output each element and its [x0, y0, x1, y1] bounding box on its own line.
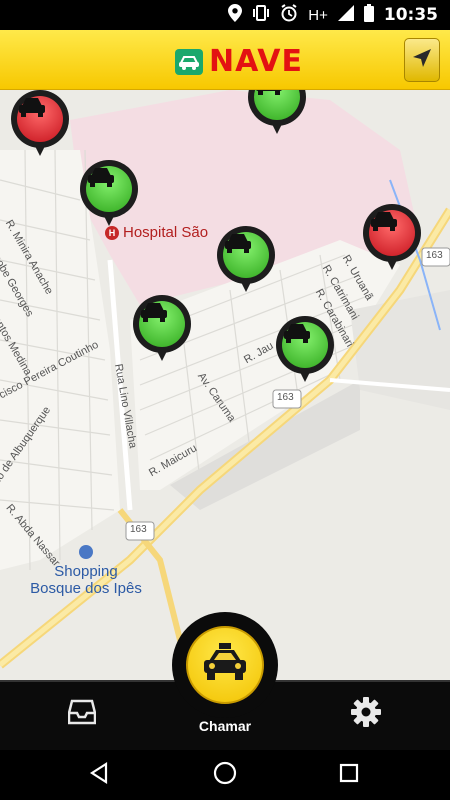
taxi-pin-available[interactable]: [217, 226, 275, 294]
call-button-frame: [172, 612, 278, 718]
home-button[interactable]: [208, 758, 242, 792]
back-button[interactable]: [82, 758, 116, 792]
shopping-icon: [79, 545, 93, 559]
taxi-pin-busy[interactable]: [11, 90, 69, 158]
route-shield-label: 163: [130, 524, 147, 535]
taxi-logo-icon: [175, 48, 203, 75]
shopping-poi[interactable]: Shopping Bosque dos Ipês: [16, 545, 156, 597]
vibrate-icon: [252, 4, 270, 26]
taxi-pin-available[interactable]: [248, 90, 306, 136]
inbox-icon: [67, 699, 97, 730]
alarm-icon: [280, 4, 298, 26]
taxi-icon: [201, 642, 249, 688]
system-navigation-bar: [0, 750, 450, 800]
call-label: Chamar: [198, 718, 252, 734]
location-icon: [228, 4, 243, 26]
route-shield-label: 163: [277, 392, 294, 403]
status-bar: H+ 10:35: [0, 0, 450, 30]
app-title: NAVE: [209, 44, 303, 79]
route-shield-label: 163: [426, 250, 443, 261]
taxi-pin-available[interactable]: [133, 295, 191, 363]
call-taxi-button[interactable]: [186, 626, 264, 704]
recents-button[interactable]: [332, 758, 366, 792]
network-type: H+: [308, 6, 328, 24]
gear-icon: [351, 696, 381, 732]
locate-button[interactable]: [404, 38, 440, 82]
inbox-button[interactable]: [64, 696, 100, 732]
app-header: NAVE: [0, 30, 450, 90]
taxi-pin-available[interactable]: [276, 316, 334, 384]
battery-icon: [363, 4, 374, 26]
back-triangle-icon: [88, 761, 110, 789]
shopping-name-line2: Bosque dos Ipês: [30, 580, 142, 597]
brand: NAVE: [175, 44, 303, 79]
map-view[interactable]: 163 163 163 R. Minira Anache Jacobe Geor…: [0, 90, 450, 680]
home-circle-icon: [213, 761, 237, 790]
signal-icon: [337, 5, 354, 25]
settings-button[interactable]: [348, 696, 384, 732]
taxi-pin-available[interactable]: [80, 160, 138, 228]
recents-square-icon: [339, 763, 359, 788]
navigation-arrow-icon: [412, 48, 432, 73]
shopping-name-line1: Shopping: [54, 563, 118, 580]
clock: 10:35: [383, 5, 438, 25]
taxi-pin-busy[interactable]: [363, 204, 421, 272]
